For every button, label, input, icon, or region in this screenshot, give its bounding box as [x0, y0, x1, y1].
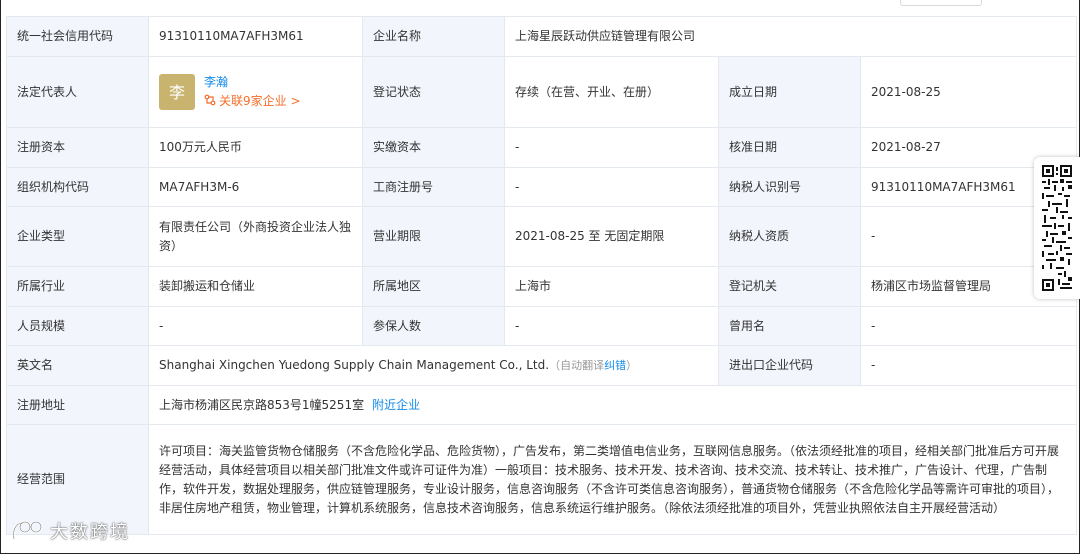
credit-code-value: 91310110MA7AFH3M61 [148, 16, 363, 57]
established-value: 2021-08-25 [859, 56, 1078, 128]
region-value: 上海市 [504, 266, 719, 307]
table-row: 注册地址 上海市杨浦区民京路853号1幢5251室 附近企业 [6, 385, 1078, 425]
paid-capital-label: 实缴资本 [362, 127, 505, 168]
table-row: 英文名 Shanghai Xingchen Yuedong Supply Cha… [6, 345, 1078, 386]
top-tab-edge [900, 0, 982, 6]
company-type-value: 有限责任公司（外商投资企业法人独资） [148, 206, 363, 267]
avatar[interactable]: 李 [159, 74, 195, 110]
insured-value: - [504, 306, 719, 346]
watermark: 大数跨境 [10, 518, 130, 544]
address-label: 注册地址 [6, 385, 149, 425]
org-code-value: MA7AFH3M-6 [148, 167, 363, 207]
legal-rep-label: 法定代表人 [6, 56, 149, 128]
table-row: 组织机构代码 MA7AFH3M-6 工商注册号 - 纳税人识别号 9131011… [6, 167, 1078, 207]
import-export-value: - [859, 345, 1078, 386]
insured-label: 参保人数 [362, 306, 505, 346]
english-name-cell: Shanghai Xingchen Yuedong Supply Chain M… [148, 345, 719, 386]
table-row: 经营范围 许可项目：海关监管货物仓储服务（不含危险化学品、危险货物），广告发布，… [6, 424, 1078, 535]
industry-value: 装卸搬运和仓储业 [148, 266, 363, 307]
staff-size-label: 人员规模 [6, 306, 149, 346]
table-row: 企业类型 有限责任公司（外商投资企业法人独资） 营业期限 2021-08-25 … [6, 206, 1078, 267]
company-type-label: 企业类型 [6, 206, 149, 267]
former-name-label: 曾用名 [718, 306, 861, 346]
qr-code-icon [1042, 165, 1072, 291]
company-name-value: 上海星辰跃动供应链管理有限公司 [503, 16, 1078, 57]
english-name-label: 英文名 [6, 345, 149, 386]
established-label: 成立日期 [718, 56, 861, 128]
company-name-label: 企业名称 [362, 16, 505, 57]
paid-capital-value: - [504, 127, 719, 168]
company-info-table: 统一社会信用代码 91310110MA7AFH3M61 企业名称 上海星辰跃动供… [6, 16, 1078, 535]
legal-rep-cell: 李 李瀚 关联9家企业 > [148, 56, 363, 128]
reg-authority-label: 登记机关 [718, 266, 861, 307]
legal-rep-name-link[interactable]: 李瀚 [204, 73, 301, 92]
relation-icon [204, 94, 216, 106]
reg-capital-label: 注册资本 [6, 127, 149, 168]
staff-size-value: - [148, 306, 363, 346]
english-name-value: Shanghai Xingchen Yuedong Supply Chain M… [159, 358, 550, 372]
nearby-companies-link[interactable]: 附近企业 [372, 398, 420, 412]
former-name-value: - [859, 306, 1078, 346]
correct-link[interactable]: 纠错 [604, 359, 626, 372]
table-row: 统一社会信用代码 91310110MA7AFH3M61 企业名称 上海星辰跃动供… [6, 16, 1078, 57]
biz-term-label: 营业期限 [362, 206, 505, 267]
close-paren: ） [626, 359, 638, 372]
biz-term-value: 2021-08-25 至 无固定期限 [504, 206, 719, 267]
associated-companies-link[interactable]: 关联9家企业 > [204, 92, 301, 111]
reg-status-label: 登记状态 [362, 56, 505, 128]
address-value: 上海市杨浦区民京路853号1幢5251室 [159, 397, 365, 412]
credit-code-label: 统一社会信用代码 [6, 16, 149, 57]
auto-translate-note: （自动翻译 [549, 359, 605, 372]
industry-label: 所属行业 [6, 266, 149, 307]
table-row: 法定代表人 李 李瀚 关联9家企业 > 登记状态 存续（在营、开业、在册） 成立… [6, 56, 1078, 128]
biz-reg-no-value: - [504, 167, 719, 207]
table-row: 注册资本 100万元人民币 实缴资本 - 核准日期 2021-08-27 [6, 127, 1078, 168]
taxpayer-qual-label: 纳税人资质 [718, 206, 861, 267]
scope-value: 许可项目：海关监管货物仓储服务（不含危险化学品、危险货物），广告发布，第二类增值… [147, 424, 1078, 535]
watermark-logo-icon [12, 521, 42, 540]
table-row: 人员规模 - 参保人数 - 曾用名 - [6, 306, 1078, 346]
org-code-label: 组织机构代码 [6, 167, 149, 207]
region-label: 所属地区 [362, 266, 505, 307]
biz-reg-no-label: 工商注册号 [362, 167, 505, 207]
taxpayer-id-label: 纳税人识别号 [718, 167, 861, 207]
associated-companies-text: 关联9家企业 > [219, 94, 301, 108]
reg-capital-value: 100万元人民币 [148, 127, 363, 168]
table-row: 所属行业 装卸搬运和仓储业 所属地区 上海市 登记机关 杨浦区市场监督管理局 [6, 266, 1078, 307]
approved-date-label: 核准日期 [718, 127, 861, 168]
qr-code-panel[interactable] [1034, 157, 1080, 299]
watermark-text: 大数跨境 [50, 522, 130, 543]
reg-status-value: 存续（在营、开业、在册） [504, 56, 719, 128]
import-export-label: 进出口企业代码 [718, 345, 861, 386]
address-cell: 上海市杨浦区民京路853号1幢5251室 附近企业 [147, 385, 1078, 425]
